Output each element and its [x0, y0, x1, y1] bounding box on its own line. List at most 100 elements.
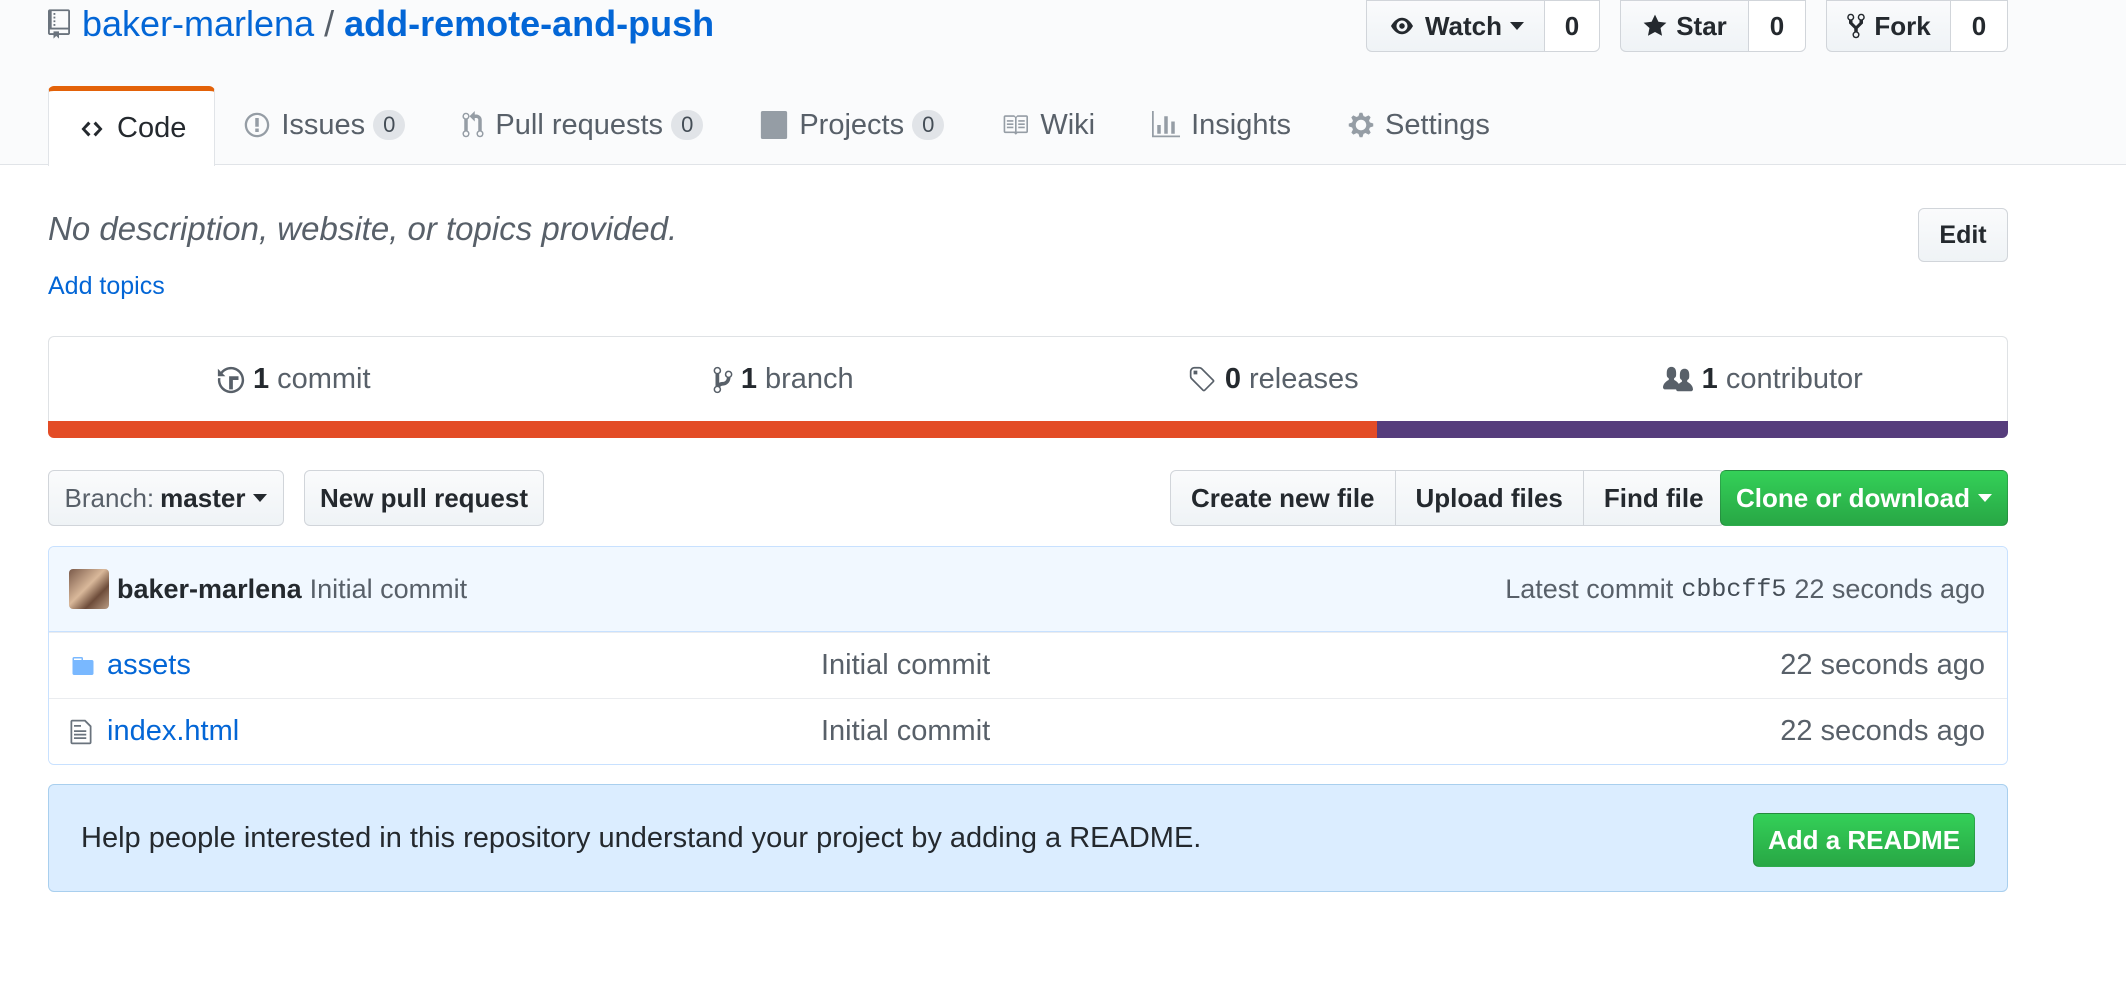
branches-label: branch: [764, 363, 854, 395]
repo-icon: [48, 8, 70, 40]
tab-pull-requests[interactable]: Pull requests 0: [433, 86, 731, 164]
clone-label: Clone or download: [1736, 482, 1970, 513]
pull-requests-count: 0: [671, 110, 704, 140]
repo-owner-link[interactable]: baker-marlena: [82, 3, 314, 45]
eye-icon: [1390, 17, 1413, 35]
contributors-label: contributor: [1725, 363, 1863, 395]
latest-commit-bar: baker-marlena Initial commit Latest comm…: [49, 547, 2007, 632]
create-new-file-button[interactable]: Create new file: [1170, 470, 1396, 526]
star-count[interactable]: 0: [1748, 0, 1806, 52]
branch-select-value: master: [160, 482, 246, 513]
gear-icon: [1348, 112, 1374, 138]
repo-numbers-summary: 1 commit 1 branch 0 releases 1 contribut…: [48, 336, 2008, 422]
fork-button[interactable]: Fork: [1826, 0, 1950, 52]
find-file-button[interactable]: Find file: [1583, 470, 1725, 526]
folder-icon: [69, 654, 99, 678]
tab-label: Code: [117, 112, 187, 144]
table-row: assets Initial commit 22 seconds ago: [49, 632, 2007, 698]
latest-commit-label: Latest commit: [1505, 573, 1674, 604]
commit-author-link[interactable]: baker-marlena: [117, 574, 302, 605]
issue-icon: [245, 112, 270, 138]
repo-name-link[interactable]: add-remote-and-push: [344, 3, 714, 45]
code-icon: [81, 121, 103, 136]
file-commit-message-link[interactable]: Initial commit: [821, 715, 990, 748]
project-icon: [761, 111, 788, 139]
chevron-down-icon: [1978, 494, 1992, 502]
star-button[interactable]: Star: [1620, 0, 1748, 52]
branches-count: 1: [740, 363, 757, 395]
tag-icon: [1189, 366, 1215, 391]
tab-insights[interactable]: Insights: [1123, 86, 1319, 164]
tab-code[interactable]: Code: [48, 86, 216, 166]
branch-icon: [713, 366, 733, 393]
fork-label: Fork: [1874, 10, 1931, 41]
file-navigation: Branch: master New pull request Create n…: [48, 470, 2008, 526]
file-name-link[interactable]: index.html: [107, 715, 239, 748]
tab-projects[interactable]: Projects 0: [731, 86, 972, 164]
tab-settings[interactable]: Settings: [1319, 86, 1518, 164]
history-icon: [217, 366, 245, 393]
watch-label: Watch: [1424, 10, 1503, 41]
chevron-down-icon: [1510, 22, 1525, 30]
commits-count: 1: [252, 363, 270, 395]
file-age: 22 seconds ago: [1780, 715, 1985, 747]
contributors-count: 1: [1701, 363, 1718, 395]
issues-count: 0: [373, 110, 406, 140]
repo-nav-tabs: Code Issues 0 Pull requests 0 Projects 0…: [48, 86, 1518, 166]
pull-request-icon: [462, 111, 484, 138]
tab-label: Projects: [799, 108, 905, 141]
contributors-link[interactable]: 1 contributor: [1518, 337, 2008, 422]
file-name-link[interactable]: assets: [107, 649, 191, 682]
add-topics-link[interactable]: Add topics: [48, 272, 165, 301]
watch-count[interactable]: 0: [1544, 0, 1600, 52]
table-row: index.html Initial commit 22 seconds ago: [49, 698, 2007, 764]
latest-commit-info: Latest commit cbbcff5 22 seconds ago: [1505, 574, 1985, 605]
add-readme-button[interactable]: Add a README: [1753, 813, 1975, 867]
file-commit-message-link[interactable]: Initial commit: [821, 649, 990, 682]
upload-files-button[interactable]: Upload files: [1395, 470, 1584, 526]
book-icon: [1003, 115, 1029, 135]
language-segment: [48, 421, 1377, 438]
tab-label: Settings: [1385, 108, 1490, 141]
edit-description-button[interactable]: Edit: [1918, 208, 2008, 262]
branch-select-label: Branch:: [64, 482, 155, 513]
language-bar[interactable]: [48, 421, 2008, 438]
file-table: baker-marlena Initial commit Latest comm…: [48, 546, 2008, 765]
readme-prompt: Help people interested in this repositor…: [48, 784, 2008, 892]
file-actions-group: Create new file Upload files Find file: [1170, 470, 1725, 526]
branch-select-button[interactable]: Branch: master: [48, 470, 284, 526]
repo-description: No description, website, or topics provi…: [48, 210, 678, 247]
branches-link[interactable]: 1 branch: [539, 337, 1029, 422]
chevron-down-icon: [253, 494, 268, 502]
repo-separator: /: [324, 3, 335, 44]
commit-age: 22 seconds ago: [1794, 573, 1985, 604]
clone-or-download-button[interactable]: Clone or download: [1720, 470, 2008, 526]
graph-icon: [1152, 111, 1181, 138]
star-label: Star: [1676, 10, 1727, 41]
tab-label: Wiki: [1040, 108, 1096, 141]
commits-label: commit: [277, 363, 371, 395]
releases-count: 0: [1224, 363, 1241, 395]
avatar[interactable]: [69, 569, 109, 609]
tab-label: Pull requests: [495, 108, 664, 141]
repo-title: baker-marlena / add-remote-and-push: [48, 0, 714, 48]
fork-count[interactable]: 0: [1950, 0, 2008, 52]
language-segment: [1376, 421, 2008, 438]
releases-label: releases: [1249, 363, 1359, 395]
commit-message-link[interactable]: Initial commit: [310, 574, 468, 605]
file-icon: [69, 718, 99, 746]
tab-label: Issues: [281, 108, 366, 141]
commits-link[interactable]: 1 commit: [49, 337, 539, 422]
new-pull-request-button[interactable]: New pull request: [304, 470, 544, 526]
tab-wiki[interactable]: Wiki: [972, 86, 1123, 164]
projects-count: 0: [912, 110, 945, 140]
readme-prompt-text: Help people interested in this repositor…: [81, 821, 1202, 854]
releases-link[interactable]: 0 releases: [1028, 337, 1518, 422]
watch-button[interactable]: Watch: [1366, 0, 1544, 52]
file-age: 22 seconds ago: [1780, 649, 1985, 681]
fork-icon: [1847, 13, 1866, 39]
people-icon: [1662, 366, 1693, 391]
tab-issues[interactable]: Issues 0: [215, 86, 433, 164]
commit-sha-link[interactable]: cbbcff5: [1681, 575, 1786, 604]
tab-label: Insights: [1191, 108, 1292, 141]
